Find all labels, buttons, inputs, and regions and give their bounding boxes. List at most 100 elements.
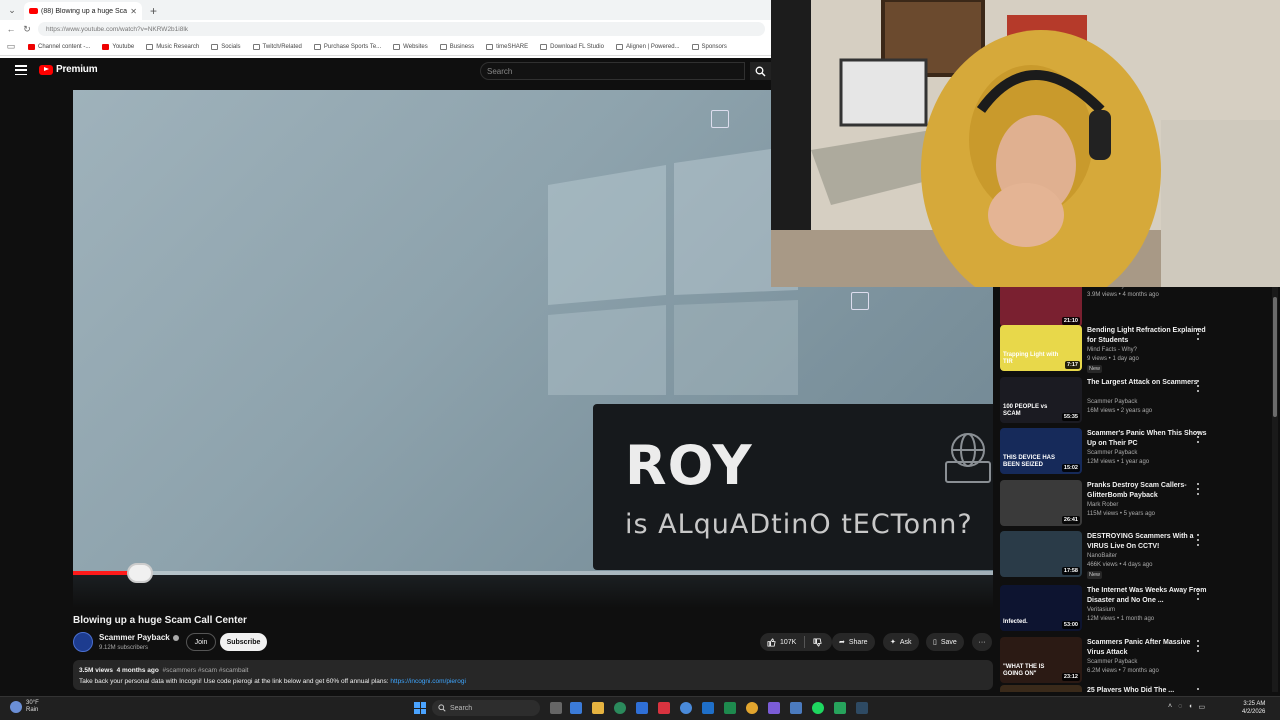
- bookmark-item[interactable]: Socials: [211, 43, 241, 50]
- video-thumbnail[interactable]: 100 PEOPLE vs SCAM 55:35: [1000, 377, 1082, 423]
- like-button[interactable]: 107K: [767, 637, 796, 647]
- more-options-icon[interactable]: [1196, 380, 1200, 392]
- video-thumbnail[interactable]: Trapping Light with TIR 7:17: [1000, 325, 1082, 371]
- battery-icon[interactable]: ▭: [1199, 703, 1206, 711]
- volume-icon[interactable]: ◖: [1188, 703, 1192, 711]
- recommendation-item[interactable]: 21:10 Scammer Payback 3.9M views • 4 month…: [1000, 287, 1272, 329]
- recommendation-title[interactable]: The Internet Was Weeks Away From Disaste…: [1087, 586, 1207, 606]
- join-button[interactable]: Join: [186, 633, 216, 651]
- more-options-icon[interactable]: [1196, 328, 1200, 340]
- recommendation-channel[interactable]: Scammer Payback: [1087, 399, 1137, 405]
- video-thumbnail[interactable]: 21:10: [1000, 287, 1082, 327]
- more-options-icon[interactable]: [1196, 534, 1200, 546]
- recommendation-item[interactable]: 25 Players Who Did The ...: [1000, 685, 1272, 692]
- thumbs-down-icon[interactable]: [813, 637, 822, 647]
- more-options-icon[interactable]: [1196, 588, 1200, 600]
- app-icon[interactable]: [658, 702, 670, 714]
- video-thumbnail[interactable]: [1000, 685, 1082, 692]
- bookmark-item[interactable]: timeSHARE: [486, 43, 528, 50]
- bookmark-item[interactable]: Twitch/Related: [252, 43, 302, 50]
- recommendation-title[interactable]: Scammer's Panic When This Shows Up on Th…: [1087, 429, 1207, 449]
- search-input[interactable]: Search: [480, 62, 745, 80]
- spotify-icon[interactable]: [812, 702, 824, 714]
- url-field[interactable]: https://www.youtube.com/watch?v=NKRW2b1i…: [38, 22, 765, 36]
- recommendation-item[interactable]: Infected. 53:00 The Internet Was Weeks Awa…: [1000, 585, 1272, 633]
- new-tab-icon[interactable]: +: [150, 4, 157, 18]
- discord-icon[interactable]: [768, 702, 780, 714]
- bookmark-item[interactable]: Youtube: [102, 43, 134, 50]
- bookmark-item[interactable]: Websites: [393, 43, 428, 50]
- recommendation-channel[interactable]: Mark Rober: [1087, 502, 1118, 508]
- chrome-icon[interactable]: [746, 702, 758, 714]
- back-icon[interactable]: ←: [6, 24, 16, 34]
- recommendation-title[interactable]: 25 Players Who Did The ...: [1087, 686, 1207, 692]
- recommendation-channel[interactable]: NanoBaiter: [1087, 553, 1117, 559]
- recommendation-channel[interactable]: Veritasium: [1087, 607, 1115, 613]
- bookmark-item[interactable]: Alignen | Powered...: [615, 43, 680, 50]
- system-tray[interactable]: ˄ ◌ ◖ ▭: [1168, 703, 1205, 711]
- recommendation-item[interactable]: 17:58 DESTROYING Scammers With a VIRUS Li…: [1000, 531, 1272, 579]
- recommendation-title[interactable]: DESTROYING Scammers With a VIRUS Live On…: [1087, 532, 1207, 552]
- video-thumbnail[interactable]: Infected. 53:00: [1000, 585, 1082, 631]
- reload-icon[interactable]: ↻: [22, 24, 32, 35]
- bookmark-item[interactable]: Business: [439, 43, 474, 50]
- recommendation-item[interactable]: "WHAT THE IS GOING ON" 23:12 Scammers Pani…: [1000, 637, 1272, 685]
- recommendation-item[interactable]: Trapping Light with TIR 7:17 Bending Light…: [1000, 325, 1272, 373]
- recommendations-scrollbar[interactable]: [1272, 287, 1278, 692]
- file-explorer-icon[interactable]: [592, 702, 604, 714]
- outlook-icon[interactable]: [702, 702, 714, 714]
- recommendation-title[interactable]: Pranks Destroy Scam Callers- GlitterBomb…: [1087, 481, 1207, 501]
- ask-button[interactable]: ✦ Ask: [883, 633, 919, 651]
- chevron-up-icon[interactable]: ˄: [1168, 703, 1172, 711]
- recommendation-channel[interactable]: Mind Facts - Why?: [1087, 347, 1137, 353]
- more-actions-button[interactable]: ···: [972, 633, 992, 651]
- channel-avatar[interactable]: [73, 632, 93, 652]
- scrubber-handle[interactable]: [127, 563, 154, 583]
- bookmark-item[interactable]: Purchase Sports Te...: [313, 43, 381, 50]
- network-icon[interactable]: ◌: [1178, 703, 1182, 711]
- recommendation-title[interactable]: Scammers Panic After Massive Virus Attac…: [1087, 638, 1207, 658]
- bookmark-item[interactable]: Music Research: [146, 43, 199, 50]
- video-thumbnail[interactable]: 26:41: [1000, 480, 1082, 526]
- video-thumbnail[interactable]: 17:58: [1000, 531, 1082, 577]
- channel-name[interactable]: Scammer Payback: [99, 633, 179, 642]
- tab-search-icon[interactable]: ⌄: [4, 2, 20, 18]
- bookmark-item[interactable]: Download FL Studio: [540, 43, 604, 50]
- search-button[interactable]: [750, 62, 771, 80]
- browser-tab-active[interactable]: (88) Blowing up a huge Scam C... ✕: [24, 2, 142, 20]
- app-icon[interactable]: [680, 702, 692, 714]
- save-button[interactable]: ▯ Save: [926, 633, 964, 651]
- scrollbar-thumb[interactable]: [1273, 297, 1277, 417]
- progress-bar[interactable]: [73, 571, 993, 575]
- youtube-logo[interactable]: Premium: [39, 64, 98, 75]
- more-options-icon[interactable]: [1196, 431, 1200, 443]
- recommendation-item[interactable]: 100 PEOPLE vs SCAM 55:35 The Largest Attac…: [1000, 377, 1272, 425]
- recommendation-channel[interactable]: Scammer Payback: [1087, 450, 1137, 456]
- video-thumbnail[interactable]: THIS DEVICE HAS BEEN SEIZED 15:02: [1000, 428, 1082, 474]
- edge-icon[interactable]: [570, 702, 582, 714]
- recommendation-title[interactable]: Bending Light Refraction Explained for S…: [1087, 326, 1207, 346]
- recommendation-item[interactable]: 26:41 Pranks Destroy Scam Callers- Glitte…: [1000, 480, 1272, 528]
- recommendation-channel[interactable]: Scammer Payback: [1087, 659, 1137, 665]
- menu-icon[interactable]: [15, 65, 27, 75]
- app-icon[interactable]: [856, 702, 868, 714]
- bookmark-item[interactable]: Channel content -...: [28, 43, 90, 50]
- subscribe-button[interactable]: Subscribe: [220, 633, 267, 651]
- more-options-icon[interactable]: [1196, 688, 1200, 692]
- weather-widget[interactable]: 30°F Rain: [10, 700, 39, 714]
- description-box[interactable]: 3.5M views 4 months ago #scammers #scam …: [73, 660, 993, 690]
- app-icon[interactable]: [834, 702, 846, 714]
- apps-icon[interactable]: ▭: [6, 41, 16, 52]
- hashtags[interactable]: #scammers #scam #scambait: [162, 667, 248, 674]
- share-button[interactable]: ➦ Share: [832, 633, 875, 651]
- excel-icon[interactable]: [724, 702, 736, 714]
- start-button[interactable]: [414, 702, 426, 714]
- recommendation-channel[interactable]: Scammer Payback: [1087, 287, 1137, 289]
- more-options-icon[interactable]: [1196, 640, 1200, 652]
- recommendation-item[interactable]: THIS DEVICE HAS BEEN SEIZED 15:02 Scammer'…: [1000, 428, 1272, 476]
- tab-close-icon[interactable]: ✕: [130, 7, 137, 16]
- store-icon[interactable]: [636, 702, 648, 714]
- clock[interactable]: 3:25 AM 4/2/2026: [1242, 700, 1265, 716]
- video-thumbnail[interactable]: "WHAT THE IS GOING ON" 23:12: [1000, 637, 1082, 683]
- bookmark-item[interactable]: Sponsors: [691, 43, 727, 50]
